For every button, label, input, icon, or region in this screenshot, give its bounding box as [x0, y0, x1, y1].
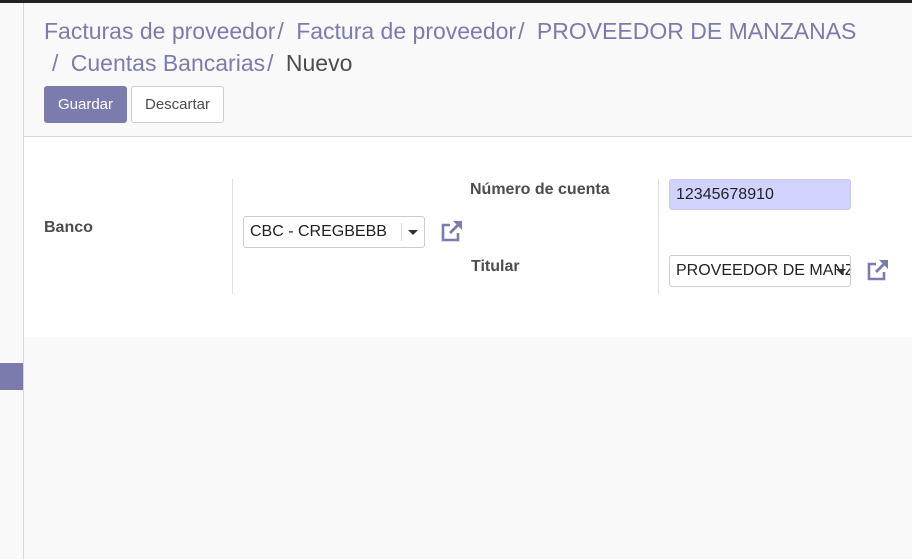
form-sheet: Banco CBC - CREGBEBB Número de cuenta Ti…: [24, 137, 912, 337]
breadcrumb-item-partner[interactable]: PROVEEDOR DE MANZANAS: [537, 18, 857, 44]
breadcrumb-item-vendor-bill[interactable]: Factura de proveedor: [296, 18, 516, 44]
field-divider: [232, 179, 233, 294]
breadcrumb-current: Nuevo: [285, 50, 353, 76]
left-rail: [0, 3, 24, 559]
control-panel: Facturas de proveedor/ Factura de provee…: [24, 3, 912, 137]
holder-select-value: PROVEEDOR DE MANZANAS: [676, 262, 851, 279]
select-separator: [401, 223, 402, 241]
breadcrumb-item-bank-accounts[interactable]: Cuentas Bancarias: [71, 50, 265, 76]
breadcrumb-separator: /: [518, 18, 525, 44]
breadcrumb-separator: /: [52, 50, 59, 76]
chevron-down-icon: [836, 269, 846, 274]
breadcrumb-separator: /: [267, 50, 274, 76]
save-button[interactable]: Guardar: [44, 86, 127, 123]
account-number-label: Número de cuenta: [470, 181, 610, 198]
chevron-down-icon: [408, 230, 418, 235]
external-link-icon[interactable]: [865, 257, 891, 283]
external-link-icon[interactable]: [439, 218, 465, 244]
breadcrumb: Facturas de proveedor/ Factura de provee…: [44, 15, 894, 79]
rail-tab[interactable]: [0, 363, 23, 390]
breadcrumb-item-vendor-bills[interactable]: Facturas de proveedor: [44, 18, 275, 44]
account-number-input[interactable]: [669, 179, 851, 210]
holder-select[interactable]: PROVEEDOR DE MANZANAS: [669, 255, 851, 287]
breadcrumb-separator: /: [277, 18, 284, 44]
holder-label: Titular: [471, 258, 520, 275]
bank-select-value: CBC - CREGBEBB: [250, 223, 387, 240]
bank-select[interactable]: CBC - CREGBEBB: [243, 216, 425, 248]
discard-button[interactable]: Descartar: [131, 86, 224, 123]
bank-label: Banco: [44, 219, 93, 236]
field-divider: [658, 179, 659, 294]
